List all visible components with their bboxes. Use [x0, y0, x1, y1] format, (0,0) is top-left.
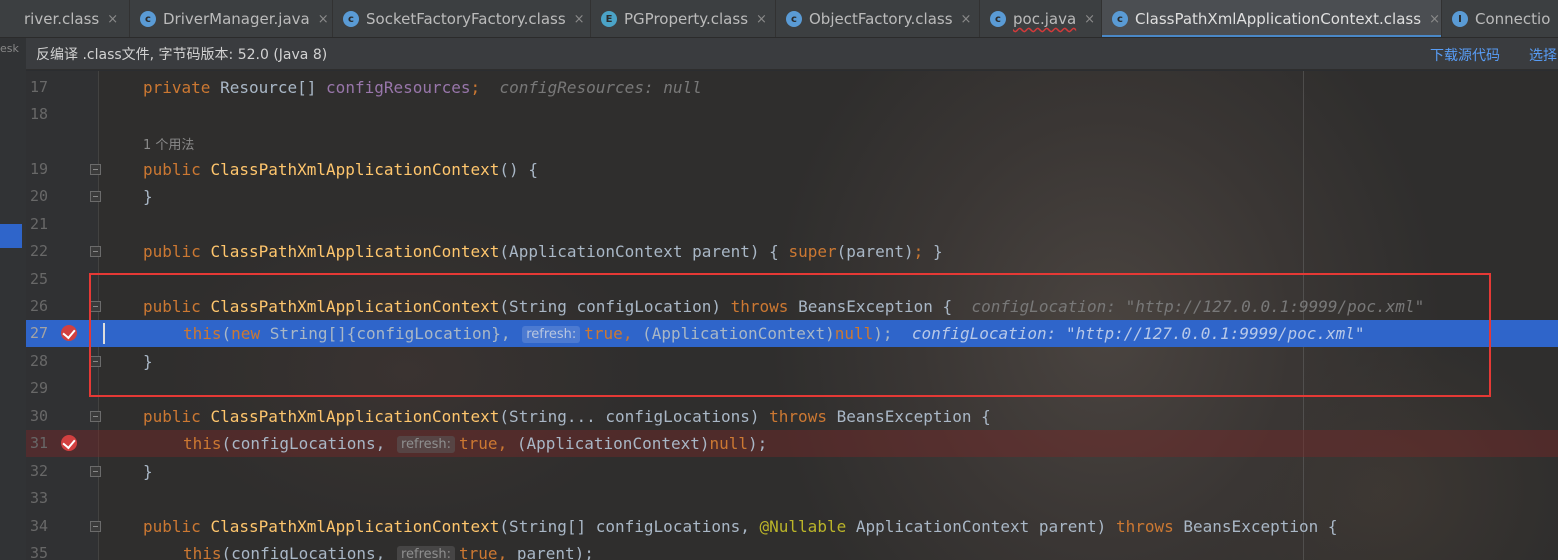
editor-tab-bar: river.class × c DriverManager.java × c S… [0, 0, 1558, 38]
code-text: } [143, 462, 153, 481]
decompiled-info-text: 反编译 .class文件, 字节码版本: 52.0 (Java 8) [36, 46, 328, 63]
tab-pgproperty-class[interactable]: E PGProperty.class × [591, 0, 776, 37]
line-number: 27 [29, 324, 48, 342]
code-line[interactable]: 33 [26, 485, 1558, 512]
class-icon: c [1112, 11, 1128, 27]
line-number: 19 [29, 160, 48, 178]
close-icon[interactable]: × [107, 12, 118, 27]
line-number: 22 [29, 242, 48, 260]
line-number: 25 [29, 270, 48, 288]
code-text: public ClassPathXmlApplicationContext(Ap… [143, 242, 943, 261]
decompiled-info-banner: 反编译 .class文件, 字节码版本: 52.0 (Java 8) 下载源代码… [26, 38, 1558, 70]
fold-icon[interactable] [90, 521, 101, 532]
close-icon[interactable]: × [1429, 12, 1440, 27]
close-icon[interactable]: × [318, 12, 329, 27]
breakpoint-icon[interactable] [61, 435, 77, 451]
code-line[interactable]: 18 [26, 101, 1558, 128]
code-text: this(configLocations, refresh: true, (App… [183, 434, 768, 453]
line-number: 29 [29, 379, 48, 397]
tab-socketfactoryfactory-class[interactable]: c SocketFactoryFactory.class × [333, 0, 591, 37]
line-number: 33 [29, 489, 48, 507]
tab-label: ObjectFactory.class [809, 10, 953, 28]
usage-count-hint[interactable]: 1 个用法 [143, 134, 194, 153]
tab-label: DriverManager.java [163, 10, 310, 28]
code-line[interactable]: 19 public ClassPathXmlApplicationContext… [26, 156, 1558, 183]
breakpoint-icon[interactable] [61, 325, 77, 341]
line-number: 17 [29, 78, 48, 96]
fold-icon[interactable] [90, 466, 101, 477]
close-icon[interactable]: × [1084, 12, 1095, 27]
code-text: private Resource[] configResources; conf… [143, 78, 702, 97]
line-number: 35 [29, 544, 48, 560]
left-tool-strip: esk [0, 38, 26, 560]
tab-classpathxmlapplicationcontext-class[interactable]: c ClassPathXmlApplicationContext.class × [1102, 0, 1442, 37]
code-text: } [143, 187, 153, 206]
line-number: 32 [29, 462, 48, 480]
choose-sources-link[interactable]: 选择 [1529, 45, 1557, 65]
line-number: 18 [29, 105, 48, 123]
fold-icon[interactable] [90, 164, 101, 175]
java-file-icon: c [990, 11, 1006, 27]
tab-label: ClassPathXmlApplicationContext.class [1135, 10, 1422, 28]
tab-label: Connectio [1475, 10, 1551, 28]
code-line[interactable]: 20 } [26, 183, 1558, 210]
inline-debug-value: configResources: null [499, 78, 702, 97]
class-icon: c [140, 11, 156, 27]
class-icon: c [786, 11, 802, 27]
code-line[interactable]: 34 public ClassPathXmlApplicationContext… [26, 513, 1558, 540]
line-number: 26 [29, 297, 48, 315]
code-editor[interactable]: 17 private Resource[] configResources; c… [26, 71, 1558, 560]
code-text: public ClassPathXmlApplicationContext(St… [143, 517, 1338, 536]
fold-icon[interactable] [90, 411, 101, 422]
parameter-name-hint: refresh: [396, 436, 456, 453]
code-line[interactable]: 35 this(configLocations, refresh: true, p… [26, 540, 1558, 560]
code-text: this(configLocations, refresh: true, pare… [183, 543, 594, 560]
line-number: 34 [29, 517, 48, 535]
tab-drivermanager-java[interactable]: c DriverManager.java × [130, 0, 333, 37]
interface-icon: I [1452, 11, 1468, 27]
breakpoint-line[interactable]: 31 this(configLocations, refresh: true, (… [26, 430, 1558, 457]
code-text: public ClassPathXmlApplicationContext(St… [143, 407, 991, 426]
code-line[interactable]: 22 public ClassPathXmlApplicationContext… [26, 238, 1558, 265]
tab-objectfactory-class[interactable]: c ObjectFactory.class × [776, 0, 980, 37]
line-number: 31 [29, 434, 48, 452]
tab-driver-class[interactable]: river.class × [0, 0, 130, 37]
close-icon[interactable]: × [961, 12, 972, 27]
line-number: 20 [29, 187, 48, 205]
line-number: 28 [29, 352, 48, 370]
fold-icon[interactable] [90, 191, 101, 202]
tab-poc-java[interactable]: c poc.java × [980, 0, 1102, 37]
download-sources-link[interactable]: 下载源代码 [1430, 45, 1500, 65]
tab-label: SocketFactoryFactory.class [366, 10, 566, 28]
class-icon: c [343, 11, 359, 27]
tab-label: poc.java [1013, 10, 1077, 28]
fold-icon[interactable] [90, 246, 101, 257]
close-icon[interactable]: × [574, 12, 585, 27]
tab-label: river.class [24, 10, 100, 28]
highlight-annotation-box [89, 273, 1491, 397]
code-text: public ClassPathXmlApplicationContext() … [143, 160, 538, 179]
code-line[interactable]: 30 public ClassPathXmlApplicationContext… [26, 403, 1558, 430]
tab-label: PGProperty.class [624, 10, 749, 28]
line-number: 21 [29, 215, 48, 233]
code-line[interactable]: 32 } [26, 458, 1558, 485]
project-tree-selection[interactable] [0, 224, 22, 248]
code-line[interactable]: 21 [26, 211, 1558, 238]
project-panel-label: esk [0, 42, 19, 55]
code-line[interactable]: 17 private Resource[] configResources; c… [26, 74, 1558, 101]
line-number: 30 [29, 407, 48, 425]
close-icon[interactable]: × [756, 12, 767, 27]
enum-icon: E [601, 11, 617, 27]
tab-connection[interactable]: I Connectio [1442, 0, 1558, 37]
parameter-name-hint: refresh: [396, 546, 456, 560]
